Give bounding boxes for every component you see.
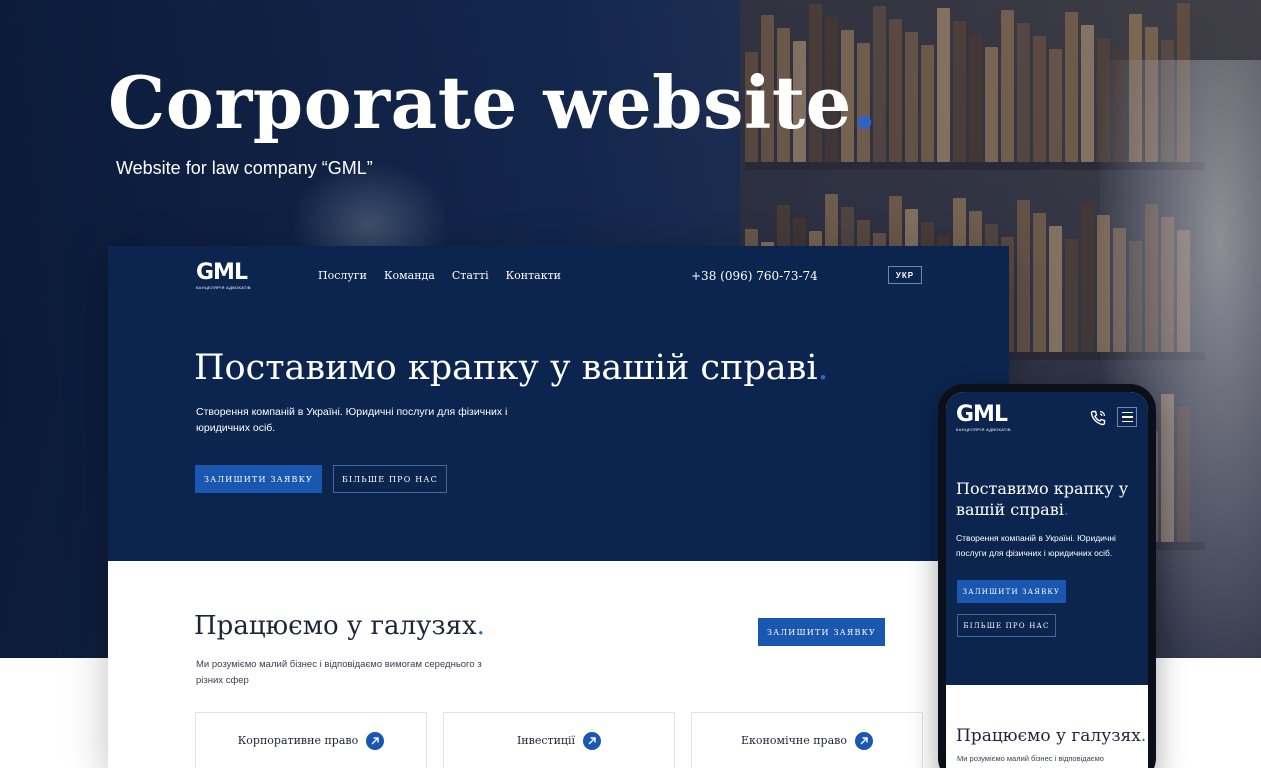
arrow-up-right-icon <box>583 732 602 750</box>
mobile-mockup: GML КАНЦЕЛЯРІЯ АДВОКАТІВ Поставимо крапк… <box>938 384 1156 768</box>
nav-item-articles[interactable]: Статті <box>452 269 489 282</box>
industry-card-label: Інвестиції <box>516 734 576 747</box>
nav-item-services[interactable]: Послуги <box>318 269 367 282</box>
book-spine <box>937 8 950 162</box>
phone-number-link[interactable]: +38 (096) 760-73-74 <box>691 269 818 283</box>
hero-headline: Поставимо крапку у вашій справі. <box>194 348 829 388</box>
mobile-hero-headline: Поставимо крапку у вашій справі. <box>956 479 1129 519</box>
page-title: Corporate website. <box>108 60 878 145</box>
book-spine <box>921 45 934 162</box>
mobile-industries-title: Працюємо у галузях. <box>956 726 1147 746</box>
industries-request-button[interactable]: ЗАЛИШИТИ ЗАЯВКУ <box>758 618 885 646</box>
book-spine <box>889 19 902 162</box>
book-spine <box>1017 200 1030 352</box>
book-spine <box>1081 202 1094 352</box>
mobile-hero-section: GML КАНЦЕЛЯРІЯ АДВОКАТІВ Поставимо крапк… <box>946 392 1148 685</box>
mobile-hero-description: Створення компаній в Україні. Юридичні п… <box>956 533 1116 558</box>
phone-icon[interactable] <box>1089 409 1107 427</box>
industry-card-economic-law[interactable]: Економічне право <box>691 712 923 768</box>
book-spine <box>985 47 998 162</box>
nav-item-team[interactable]: Команда <box>384 269 435 282</box>
book-spine <box>1065 12 1078 162</box>
nav-item-contacts[interactable]: Контакти <box>506 269 561 282</box>
book-spine <box>1081 25 1094 162</box>
book-spine <box>1033 213 1046 352</box>
arrow-up-right-icon <box>366 732 385 750</box>
book-spine <box>953 21 966 162</box>
book-spine <box>1049 49 1062 162</box>
industry-card-label: Економічне право <box>741 734 847 747</box>
page-subtitle: Website for law company “GML” <box>116 158 373 178</box>
desktop-mockup: GML КАНЦЕЛЯРІЯ АДВОКАТІВ Послуги Команда… <box>108 246 1009 768</box>
gml-logo[interactable]: GML КАНЦЕЛЯРІЯ АДВОКАТІВ <box>956 404 1011 433</box>
book-spine <box>1033 36 1046 162</box>
main-nav: Послуги Команда Статті Контакти <box>318 269 561 282</box>
mobile-request-button[interactable]: ЗАЛИШИТИ ЗАЯВКУ <box>957 580 1066 603</box>
book-spine <box>1017 23 1030 162</box>
hamburger-menu-icon[interactable] <box>1117 407 1137 427</box>
mobile-industries-description: Ми розуміємо малий бізнес і відповідаємо… <box>957 754 1104 768</box>
book-spine <box>1001 10 1014 162</box>
hero-description: Створення компаній в Україні. Юридичні п… <box>196 406 508 434</box>
industries-title: Працюємо у галузях. <box>194 611 485 641</box>
book-spine <box>905 32 918 162</box>
industry-card-label: Корпоративне право <box>237 734 359 747</box>
arrow-up-right-icon <box>854 732 873 750</box>
language-switch[interactable]: УКР <box>888 266 922 284</box>
about-us-button[interactable]: БІЛЬШЕ ПРО НАС <box>333 465 447 493</box>
industry-card-corporate-law[interactable]: Корпоративне право <box>195 712 427 768</box>
industries-description: Ми розуміємо малий бізнес і відповідаємо… <box>196 659 482 686</box>
book-spine <box>969 34 982 162</box>
industry-card-investments[interactable]: Інвестиції <box>443 712 675 768</box>
desktop-hero-section: GML КАНЦЕЛЯРІЯ АДВОКАТІВ Послуги Команда… <box>108 246 1009 561</box>
book-spine <box>1049 226 1062 352</box>
book-spine <box>1065 239 1078 352</box>
request-button[interactable]: ЗАЛИШИТИ ЗАЯВКУ <box>195 465 322 493</box>
mobile-screen: GML КАНЦЕЛЯРІЯ АДВОКАТІВ Поставимо крапк… <box>946 392 1148 768</box>
mobile-about-us-button[interactable]: БІЛЬШЕ ПРО НАС <box>957 614 1056 637</box>
gml-logo[interactable]: GML КАНЦЕЛЯРІЯ АДВОКАТІВ <box>196 262 251 291</box>
